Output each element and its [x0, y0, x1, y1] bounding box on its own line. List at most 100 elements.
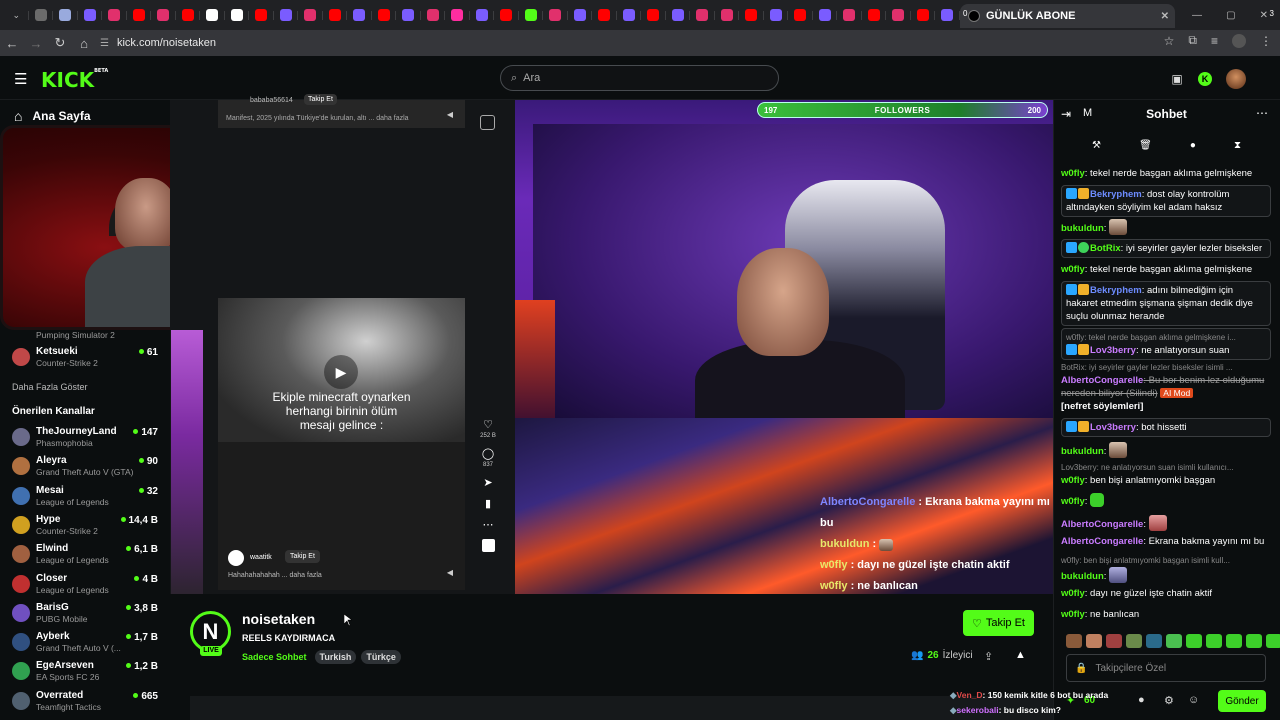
chat-user[interactable]: w0fly	[1061, 264, 1085, 275]
chat-message[interactable]: w0fly: tekel nerde başgan aklıma gelmişk…	[1061, 167, 1271, 180]
sidebar-item-mesai[interactable]: Mesai League of Legends 32	[12, 485, 162, 513]
chat-message[interactable]: w0fly: tekel nerde başgan aklıma gelmişk…	[1061, 263, 1271, 276]
browser-tab[interactable]	[666, 4, 691, 26]
chat-message[interactable]: BotRix: iyi seyirler gayler lezler bisek…	[1061, 361, 1271, 413]
browser-tab[interactable]	[862, 4, 887, 26]
sidebar-item-aleyra[interactable]: Aleyra Grand Theft Auto V (GTA) 90	[12, 455, 162, 483]
chat-input[interactable]: 🔒 Takipçilere Özel	[1066, 654, 1266, 682]
feed-user[interactable]: waatitk	[250, 554, 272, 561]
browser-tab[interactable]	[764, 4, 789, 26]
video-player-icon[interactable]: ▣	[1170, 72, 1184, 86]
emote-icon[interactable]	[1246, 634, 1262, 648]
reply-context[interactable]: Lov3berry: ne anlatıyorsun suan isimli k…	[1061, 461, 1271, 474]
chat-user[interactable]: Bekryphem	[1090, 285, 1142, 296]
chat-bubble-icon[interactable]: ●	[1190, 140, 1196, 151]
chat-user[interactable]: w0fly	[1061, 588, 1085, 599]
maximize-icon[interactable]: ▢	[1226, 10, 1235, 21]
active-tab[interactable]: GÜNLÜK ABONE ✕	[960, 4, 1175, 28]
comment-icon[interactable]: ◯	[482, 447, 494, 460]
sidebar-item-thejourneyland[interactable]: TheJourneyLand Phasmophobia 147	[12, 426, 162, 454]
extensions-icon[interactable]: ⧉	[1188, 33, 1197, 48]
chat-message[interactable]: bukuldun:	[1061, 442, 1271, 458]
browser-tab[interactable]	[715, 4, 740, 26]
emote-icon[interactable]	[1226, 634, 1242, 648]
more-icon[interactable]: ⋯	[483, 518, 494, 531]
feed-video[interactable]: ▶ Ekiple minecraft oynarken herhangi bir…	[218, 298, 465, 442]
chat-user[interactable]: Lov3berry	[1090, 422, 1136, 433]
user-avatar[interactable]	[1226, 69, 1246, 89]
chat-message[interactable]: Bekryphem: dost olay kontrolüm altındayk…	[1061, 185, 1271, 217]
profile-icon[interactable]	[1232, 33, 1246, 48]
menu-icon[interactable]: ⋮	[1260, 34, 1272, 48]
browser-tab[interactable]	[813, 4, 838, 26]
chat-message[interactable]: AlbertoCongarelle: Ekrana bakma yayını m…	[1061, 535, 1271, 548]
kick-points-icon[interactable]: K	[1198, 72, 1212, 86]
browser-tab[interactable]	[421, 4, 446, 26]
browser-tab[interactable]	[617, 4, 642, 26]
emote-icon[interactable]	[1086, 634, 1102, 648]
sidebar-item-ayberk[interactable]: Ayberk Grand Theft Auto V (... 1,7 B	[12, 631, 162, 659]
chat-message[interactable]: Lov3berry: bot hissetti	[1061, 418, 1271, 437]
emote-icon[interactable]	[1146, 634, 1162, 648]
share-icon[interactable]: ➤	[483, 476, 492, 489]
emote-icon[interactable]	[1066, 634, 1082, 648]
chat-message[interactable]: w0fly: ne banlıcan	[1061, 608, 1271, 621]
like-icon[interactable]: ♡	[483, 418, 493, 431]
browser-tab[interactable]	[225, 4, 250, 26]
chat-user[interactable]: bukuldun	[1061, 571, 1104, 582]
chat-user[interactable]: Bekryphem	[1090, 189, 1142, 200]
browser-tab[interactable]	[200, 4, 225, 26]
hamburger-menu-icon[interactable]: ☰	[14, 70, 28, 88]
browser-tab[interactable]	[568, 4, 593, 26]
hammer-icon[interactable]: ⚒	[1092, 140, 1101, 151]
site-info-icon[interactable]: ☰	[100, 38, 109, 49]
chat-user[interactable]: w0fly	[1061, 609, 1085, 620]
browser-tab[interactable]	[470, 4, 495, 26]
sidebar-item-ketsueki[interactable]: Ketsueki Counter-Strike 2 61	[12, 346, 162, 374]
search-input[interactable]: ⌕ Ara	[500, 65, 779, 91]
gear-icon[interactable]: ⚙	[1164, 694, 1174, 707]
browser-tab[interactable]	[494, 4, 519, 26]
emote-icon[interactable]	[1206, 634, 1222, 648]
hourglass-icon[interactable]: ⧗	[1234, 140, 1241, 151]
browser-tab[interactable]	[519, 4, 544, 26]
kick-logo[interactable]: KICKBETA	[41, 68, 108, 92]
volume-icon[interactable]: ◀	[447, 110, 453, 119]
show-more-button[interactable]: Daha Fazla Göster	[12, 382, 88, 392]
browser-tab[interactable]	[592, 4, 617, 26]
browser-tab[interactable]	[641, 4, 666, 26]
play-icon[interactable]: ▶	[324, 355, 358, 389]
chat-user[interactable]: bukuldun	[1061, 223, 1104, 234]
report-icon[interactable]: ▲	[1015, 649, 1026, 661]
browser-tab[interactable]	[78, 4, 103, 26]
chat-user[interactable]: Lov3berry	[1090, 345, 1136, 356]
chat-user[interactable]: w0fly	[1061, 168, 1085, 179]
sidebar-item-closer[interactable]: Closer League of Legends 4 B	[12, 573, 162, 601]
browser-tab[interactable]	[935, 4, 960, 26]
url-field[interactable]: ☰ kick.com/noisetaken	[100, 33, 216, 53]
browser-tab[interactable]	[151, 4, 176, 26]
send-button[interactable]: Gönder	[1218, 690, 1266, 712]
browser-tab[interactable]	[298, 4, 323, 26]
sidebar-item-hype[interactable]: Hype Counter-Strike 2 14,4 B	[12, 514, 162, 542]
chat-message[interactable]: Lov3berry: ne anlatıyorsun suan isimli k…	[1061, 461, 1271, 487]
chat-message[interactable]: w0fly:	[1061, 493, 1271, 508]
chat-user[interactable]: AlbertoCongarelle	[1061, 536, 1143, 547]
tag[interactable]: Türkçe	[361, 650, 401, 664]
chat-user[interactable]: AlbertoCongarelle	[1061, 519, 1143, 530]
chat-user[interactable]: BotRix	[1090, 243, 1121, 254]
chat-user[interactable]: w0fly	[1061, 475, 1085, 486]
browser-tab[interactable]	[886, 4, 911, 26]
browser-tab[interactable]	[323, 4, 348, 26]
browser-tab[interactable]	[911, 4, 936, 26]
close-tab-icon[interactable]: ✕	[1161, 11, 1169, 22]
reply-context[interactable]: w0fly: ben bişi anlatmıyomki başgan isim…	[1061, 554, 1271, 567]
chat-user[interactable]: AlbertoCongarelle	[1061, 375, 1143, 386]
sidebar-home[interactable]: ⌂ Ana Sayfa	[14, 108, 91, 124]
emote-icon[interactable]	[1166, 634, 1182, 648]
volume-icon[interactable]: ◀	[447, 568, 453, 577]
chat-message[interactable]: Bekryphem: adını bilmediğim için hakaret…	[1061, 281, 1271, 326]
emote-icon[interactable]	[1126, 634, 1142, 648]
sidebar-item-overrated[interactable]: Overrated Teamfight Tactics 665	[12, 690, 162, 718]
share-icon[interactable]: ⇪	[984, 650, 993, 663]
